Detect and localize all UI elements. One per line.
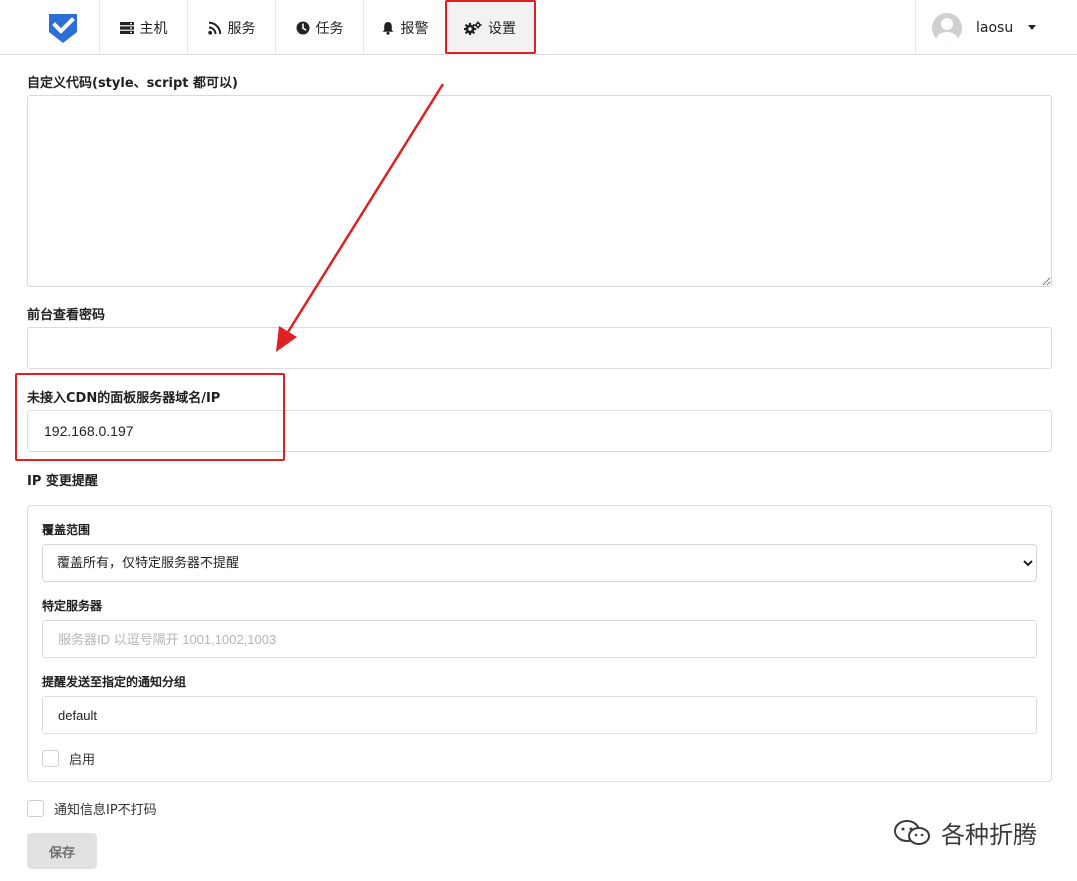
- enable-checkbox-label: 启用: [69, 753, 96, 768]
- username: laosu: [976, 19, 1014, 36]
- custom-code-label: 自定义代码(style、script 都可以): [27, 76, 238, 91]
- clock-icon: [296, 21, 309, 34]
- gears-icon: [464, 20, 482, 35]
- avatar: [932, 12, 962, 43]
- server-icon: [119, 21, 134, 34]
- notify-group-input[interactable]: [42, 696, 1037, 734]
- nav-label-tasks: 任务: [315, 20, 344, 37]
- ip-change-title: IP 变更提醒: [27, 474, 98, 489]
- nav-item-tasks[interactable]: 任务: [276, 0, 364, 55]
- enable-checkbox-row[interactable]: 启用: [42, 749, 95, 768]
- bell-icon: [382, 21, 393, 35]
- nav-item-alerts[interactable]: 报警: [364, 0, 446, 55]
- wechat-watermark: 各种折腾: [893, 815, 1037, 850]
- rss-icon: [207, 21, 221, 35]
- nav-label-alerts: 报警: [400, 20, 429, 37]
- no-mask-ip-label: 通知信息IP不打码: [54, 803, 157, 818]
- user-menu[interactable]: laosu: [915, 0, 1050, 55]
- no-mask-ip-row[interactable]: 通知信息IP不打码: [27, 799, 157, 818]
- custom-code-textarea[interactable]: [27, 95, 1052, 287]
- user-silhouette-icon: [936, 17, 958, 43]
- caret-down-icon[interactable]: [1028, 25, 1037, 30]
- notify-group-label: 提醒发送至指定的通知分组: [42, 675, 187, 689]
- save-button[interactable]: 保存: [27, 833, 97, 869]
- nav-label-settings: 设置: [488, 20, 516, 37]
- coverage-label: 覆盖范围: [42, 523, 91, 537]
- coverage-select[interactable]: 覆盖所有，仅特定服务器不提醒: [42, 544, 1037, 582]
- no-mask-ip-checkbox[interactable]: [27, 800, 44, 817]
- dashboard-domain-label: 未接入CDN的面板服务器域名/IP: [27, 391, 221, 406]
- dashboard-domain-input[interactable]: [27, 410, 1052, 452]
- nav-item-hosts[interactable]: 主机: [100, 0, 188, 55]
- nav-item-settings[interactable]: 设置: [446, 0, 535, 55]
- view-password-input[interactable]: [27, 327, 1052, 369]
- enable-checkbox[interactable]: [42, 750, 59, 767]
- nav-label-services: 服务: [227, 20, 256, 37]
- nav-item-services[interactable]: 服务: [188, 0, 276, 55]
- nav-label-hosts: 主机: [139, 20, 168, 37]
- top-nav-bar: 主机 服务 任务 报警 设置 laosu: [0, 0, 1077, 55]
- specific-servers-label: 特定服务器: [42, 599, 103, 613]
- logo-check-shield-icon: [49, 13, 77, 43]
- app-logo[interactable]: [27, 0, 100, 55]
- wechat-icon: [894, 819, 930, 845]
- watermark-text: 各种折腾: [941, 821, 1037, 849]
- view-password-label: 前台查看密码: [27, 308, 106, 323]
- specific-servers-input[interactable]: [42, 620, 1037, 658]
